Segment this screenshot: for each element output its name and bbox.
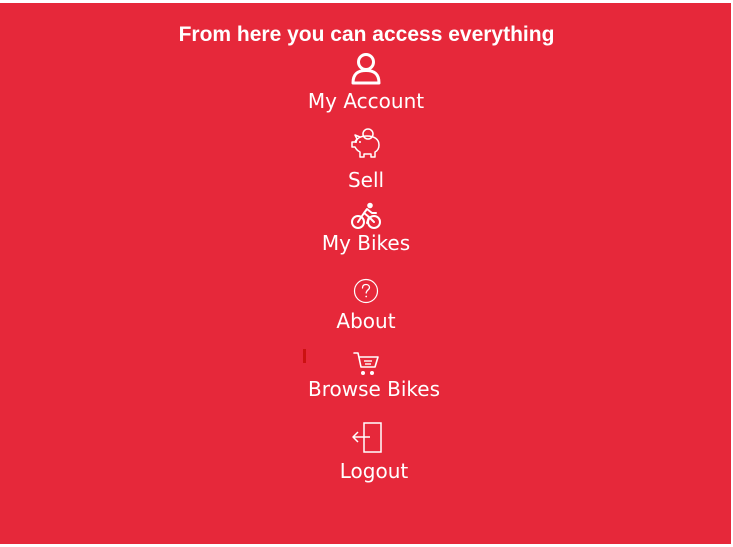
menu-label-browse-bikes: Browse Bikes [307,377,441,401]
shopping-cart-icon [353,352,379,375]
menu-label-my-account: My Account [307,89,425,113]
text-cursor-mark [303,349,306,363]
page-title: From here you can access everything [178,23,555,46]
menu-item-my-bikes[interactable]: My Bikes [266,202,466,260]
logout-door-icon [352,422,382,453]
cyclist-icon [351,202,381,229]
menu-item-my-account[interactable]: My Account [266,52,466,116]
menu-item-logout[interactable]: Logout [274,422,474,486]
menu-item-sell[interactable]: Sell [266,126,466,196]
user-icon [351,53,381,85]
menu-item-about[interactable]: About [266,278,466,336]
question-circle-icon [353,278,379,304]
menu-label-sell: Sell [347,168,385,192]
menu-label-my-bikes: My Bikes [321,231,411,255]
menu-label-logout: Logout [339,459,409,483]
piggy-bank-icon [351,128,380,158]
menu-label-about: About [336,309,396,333]
